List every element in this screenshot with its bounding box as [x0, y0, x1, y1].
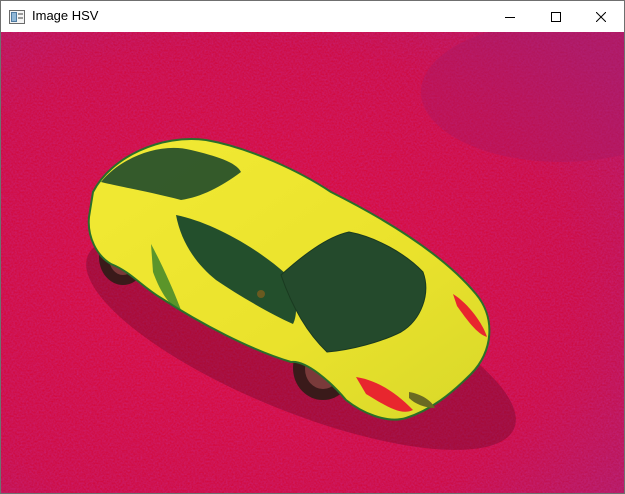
minimize-button[interactable] — [487, 1, 533, 32]
window-title: Image HSV — [32, 8, 99, 23]
side-mirror — [257, 290, 265, 298]
maximize-button[interactable] — [533, 1, 579, 32]
close-icon — [596, 11, 606, 22]
title-bar[interactable]: Image HSV — [1, 1, 624, 32]
maximize-icon — [551, 11, 561, 22]
close-button[interactable] — [578, 1, 624, 32]
hsv-image-canvas — [1, 32, 624, 493]
hsv-car-image — [1, 32, 624, 493]
minimize-icon — [505, 16, 515, 18]
image-window-icon — [9, 10, 25, 24]
image-window: Image HSV — [0, 0, 625, 494]
